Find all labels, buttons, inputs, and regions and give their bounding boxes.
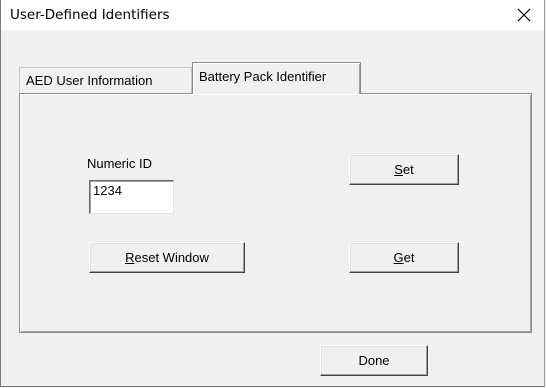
tab-battery-pack-identifier[interactable]: Battery Pack Identifier — [192, 62, 361, 94]
close-button[interactable] — [504, 0, 544, 30]
tab-aed-user-information[interactable]: AED User Information — [19, 67, 192, 93]
numeric-id-field[interactable]: 1234 — [89, 180, 174, 214]
get-button[interactable]: Get — [349, 242, 459, 273]
set-button[interactable]: Set — [349, 154, 459, 185]
dialog-window: User-Defined Identifiers AED User Inform… — [0, 0, 545, 387]
numeric-id-value: 1234 — [93, 183, 122, 198]
tab-panel: Numeric ID 1234 Set Reset Window Get — [19, 93, 532, 333]
done-button[interactable]: Done — [320, 345, 428, 376]
done-button-label: Done — [358, 353, 390, 368]
close-icon — [517, 8, 531, 22]
tab-label: Battery Pack Identifier — [199, 69, 327, 84]
tab-label: AED User Information — [26, 73, 153, 88]
window-title: User-Defined Identifiers — [10, 7, 170, 23]
set-button-label: Set — [394, 162, 414, 177]
reset-window-button-label: Reset Window — [125, 250, 209, 265]
reset-window-button[interactable]: Reset Window — [89, 242, 245, 273]
title-bar: User-Defined Identifiers — [1, 0, 544, 30]
get-button-label: Get — [393, 250, 415, 265]
numeric-id-label: Numeric ID — [87, 156, 153, 171]
